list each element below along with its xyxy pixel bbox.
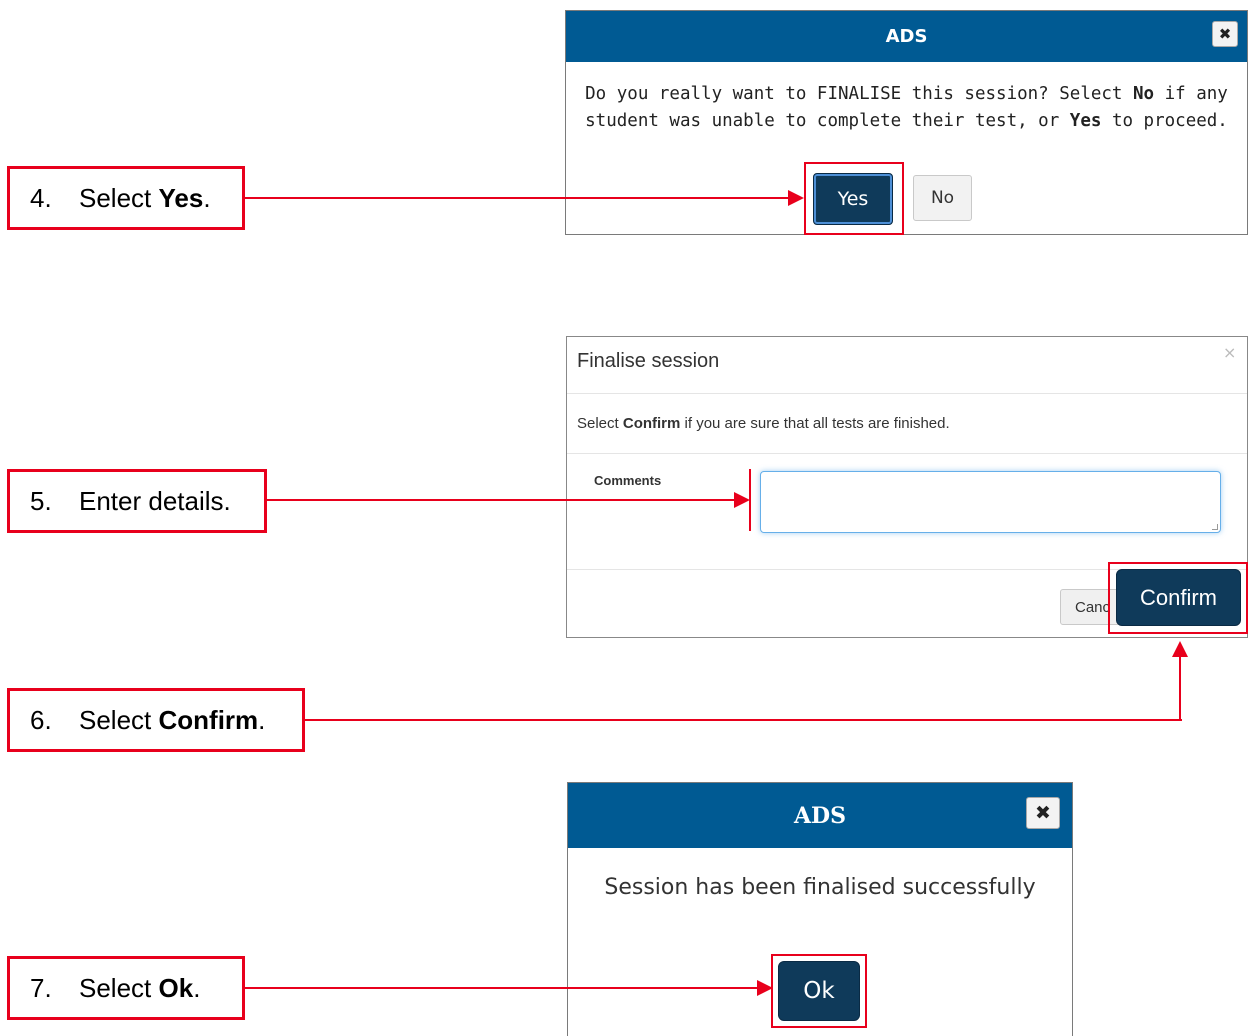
dialog-header: ADS — [568, 783, 1072, 848]
connector-line — [305, 719, 1182, 721]
message-text: Do you really want to FINALISE this sess… — [585, 84, 1134, 104]
dialog-title: ADS — [793, 802, 847, 829]
step-number: 5. — [30, 485, 52, 516]
comments-textarea[interactable] — [760, 471, 1221, 533]
ok-highlight — [771, 954, 867, 1028]
connector-line — [1179, 655, 1181, 721]
connector-line — [749, 469, 751, 531]
step-number: 6. — [30, 704, 52, 735]
arrow-right-icon — [734, 492, 750, 508]
no-button-label: No — [930, 188, 955, 208]
step-number: 4. — [30, 182, 52, 213]
step-number: 7. — [30, 972, 52, 1003]
step-7-callout: 7. Select Ok. — [7, 956, 245, 1020]
dialog-title: Finalise session — [577, 350, 720, 372]
close-icon[interactable]: ✖ — [1212, 21, 1238, 47]
connector-line — [267, 499, 736, 501]
step-text: Select Yes. — [79, 182, 211, 213]
step-6-callout: 6. Select Confirm. — [7, 688, 305, 752]
cancel-button-label: Canc — [1075, 598, 1111, 616]
dialog-header: ADS — [566, 11, 1247, 62]
no-button[interactable]: No — [913, 175, 972, 221]
step-5-callout: 5. Enter details. — [7, 469, 267, 533]
close-icon[interactable]: ✖ — [1026, 797, 1060, 829]
finalise-confirm-dialog: ADS ✖ Do you really want to FINALISE thi… — [565, 10, 1248, 235]
comments-label: Comments — [594, 473, 662, 488]
yes-highlight — [804, 162, 904, 235]
close-icon[interactable]: × — [1223, 343, 1236, 362]
step-text: Select Ok. — [79, 972, 201, 1003]
body-divider — [567, 453, 1247, 454]
dialog-message: Session has been finalised successfully — [604, 875, 1036, 900]
confirm-highlight — [1108, 562, 1248, 634]
arrow-right-icon — [788, 190, 804, 206]
dialog-message: Do you really want to FINALISE this sess… — [576, 81, 1237, 135]
step-text: Enter details. — [79, 485, 231, 516]
message-yes-bold: Yes — [1069, 111, 1102, 131]
arrow-right-icon — [757, 980, 773, 996]
message-no-bold: No — [1133, 84, 1155, 104]
message-text: to proceed. — [1101, 111, 1228, 131]
connector-line — [245, 197, 790, 199]
dialog-title: ADS — [885, 26, 928, 47]
arrow-up-icon — [1172, 641, 1188, 657]
step-text: Select Confirm. — [79, 704, 266, 735]
resize-handle-icon[interactable] — [1212, 524, 1218, 530]
dialog-instruction: Select Confirm if you are sure that all … — [577, 415, 950, 432]
step-4-callout: 4. Select Yes. — [7, 166, 245, 230]
connector-line — [245, 987, 759, 989]
header-divider — [567, 393, 1247, 394]
